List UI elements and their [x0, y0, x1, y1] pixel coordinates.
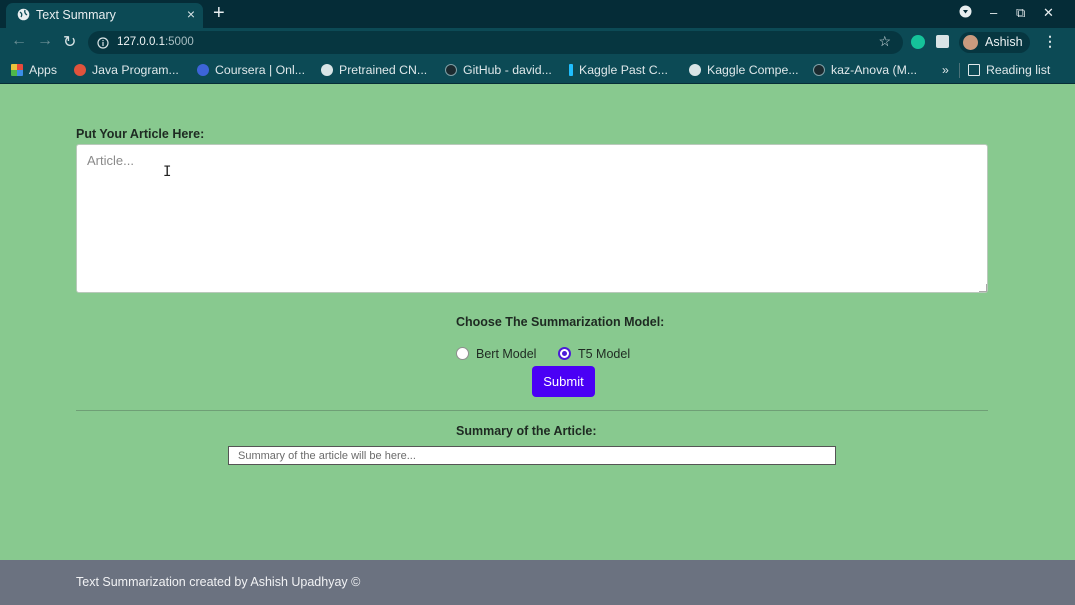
bookmark-label: Java Program...: [92, 63, 179, 77]
minimize-button[interactable]: –: [990, 5, 997, 20]
resize-handle[interactable]: [979, 284, 987, 292]
submit-button[interactable]: Submit: [532, 366, 595, 397]
kaggle-icon: [569, 64, 573, 76]
bookmark-pretrained[interactable]: Pretrained CN...: [321, 63, 427, 77]
url-port: :5000: [164, 36, 194, 48]
address-url: 127.0.0.1:5000: [117, 36, 194, 48]
bookmarks-divider: [959, 63, 960, 78]
radio-label-t5: T5 Model: [578, 347, 631, 361]
globe-icon: [17, 8, 30, 24]
reading-list-label: Reading list: [986, 63, 1051, 77]
bookmark-apps[interactable]: Apps: [11, 63, 57, 77]
footer: Text Summarization created by Ashish Upa…: [0, 560, 1075, 605]
java-icon: [74, 64, 86, 76]
grammarly-extension-icon[interactable]: [911, 35, 925, 49]
globe-icon: [689, 64, 701, 76]
text-cursor-icon: I: [163, 164, 172, 180]
radio-t5-model[interactable]: [558, 347, 571, 360]
browser-toolbar: ← → ↻ 127.0.0.1:5000 ☆ Ashish ⋮: [0, 28, 1075, 57]
reload-button[interactable]: ↻: [63, 32, 76, 52]
tab-strip: Text Summary × + – ⧉ ✕: [0, 0, 1075, 28]
info-icon[interactable]: [97, 36, 109, 54]
profile-name: Ashish: [985, 35, 1023, 49]
section-divider: [76, 410, 988, 411]
avatar: [963, 35, 978, 50]
summary-output-field[interactable]: [228, 446, 836, 465]
bookmark-label: Apps: [29, 63, 58, 77]
apps-grid-icon: [11, 64, 23, 76]
article-textarea[interactable]: [76, 144, 988, 293]
model-choice-label: Choose The Summarization Model:: [456, 315, 665, 329]
bookmark-kaggle-past[interactable]: Kaggle Past C...: [569, 63, 668, 77]
summary-label: Summary of the Article:: [456, 424, 597, 438]
bookmarks-overflow-button[interactable]: »: [942, 63, 949, 77]
tab-title: Text Summary: [36, 8, 116, 22]
globe-icon: [321, 64, 333, 76]
bookmark-label: kaz-Anova (M...: [831, 63, 918, 77]
tab-close-icon[interactable]: ×: [187, 6, 195, 22]
extensions-puzzle-icon[interactable]: [936, 35, 949, 48]
article-label: Put Your Article Here:: [76, 127, 205, 141]
address-bar[interactable]: 127.0.0.1:5000 ☆: [88, 31, 903, 54]
media-control-icon[interactable]: [959, 5, 972, 21]
back-button[interactable]: ←: [11, 32, 27, 50]
radio-bert-model[interactable]: [456, 347, 469, 360]
footer-credit: Text Summarization created by Ashish Upa…: [76, 575, 361, 589]
bookmark-star-icon[interactable]: ☆: [878, 33, 891, 50]
github-icon: [445, 64, 457, 76]
radio-label-bert: Bert Model: [476, 347, 537, 361]
bookmark-label: Kaggle Compe...: [707, 63, 799, 77]
bookmark-label: GitHub - david...: [463, 63, 552, 77]
new-tab-button[interactable]: +: [213, 2, 225, 25]
bookmark-kaz-anova[interactable]: kaz-Anova (M...: [813, 63, 917, 77]
url-host: 127.0.0.1: [117, 36, 165, 48]
close-window-button[interactable]: ✕: [1043, 5, 1054, 21]
bookmark-label: Kaggle Past C...: [579, 63, 668, 77]
bookmark-coursera[interactable]: Coursera | Onl...: [197, 63, 305, 77]
bookmark-github-david[interactable]: GitHub - david...: [445, 63, 552, 77]
bookmarks-bar: Apps Java Program... Coursera | Onl... P…: [0, 57, 1075, 84]
coursera-icon: [197, 64, 209, 76]
github-icon: [813, 64, 825, 76]
reading-list-button[interactable]: Reading list: [968, 63, 1050, 77]
forward-button[interactable]: →: [37, 32, 53, 50]
bookmark-java[interactable]: Java Program...: [74, 63, 179, 77]
reading-list-icon: [968, 64, 980, 76]
bookmark-label: Coursera | Onl...: [215, 63, 305, 77]
browser-tab[interactable]: Text Summary ×: [6, 3, 203, 28]
browser-menu-icon[interactable]: ⋮: [1043, 33, 1057, 50]
restore-button[interactable]: ⧉: [1016, 5, 1025, 21]
bookmark-label: Pretrained CN...: [339, 63, 428, 77]
profile-button[interactable]: Ashish: [959, 32, 1030, 53]
bookmark-kaggle-compe[interactable]: Kaggle Compe...: [689, 63, 799, 77]
